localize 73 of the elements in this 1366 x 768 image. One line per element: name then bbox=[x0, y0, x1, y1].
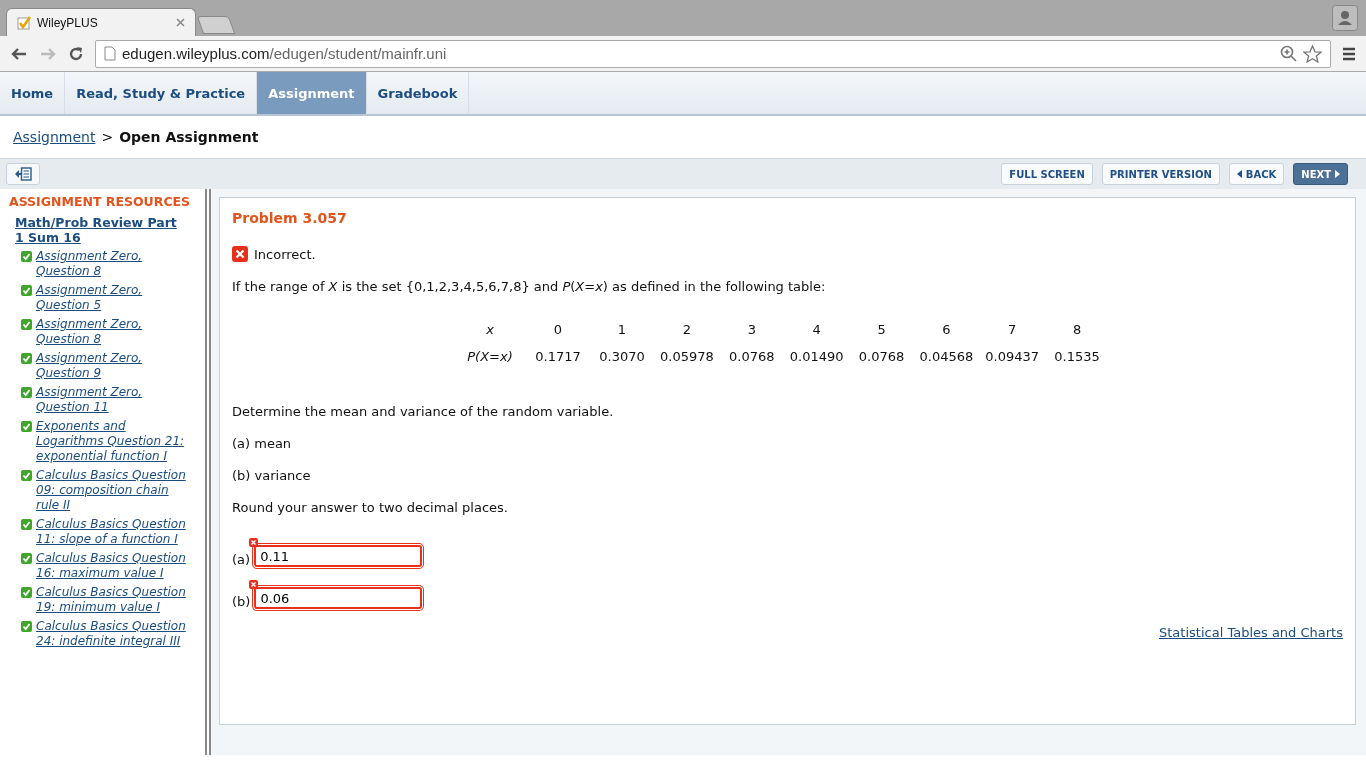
question-link[interactable]: Calculus Basics Question 11: slope of a function I bbox=[36, 517, 186, 547]
table-cell-text: 0.09437 bbox=[984, 348, 1041, 366]
address-field[interactable]: edugen.wileyplus.com/edugen/student/mainfr.uni bbox=[95, 39, 1331, 68]
toolbar-button[interactable]: PRINTER VERSION bbox=[1101, 163, 1220, 185]
table-cell-text: 8 bbox=[1071, 321, 1083, 339]
nav-tab[interactable]: Home bbox=[0, 72, 66, 114]
breadcrumb-current: Open Assignment bbox=[119, 129, 259, 145]
table-cell-text: 0.0768 bbox=[857, 348, 906, 366]
caret-icon bbox=[1335, 170, 1340, 178]
close-icon[interactable] bbox=[176, 18, 185, 27]
question-text: (b) variance bbox=[232, 468, 312, 483]
toolbar-button[interactable]: FULL SCREEN bbox=[1001, 163, 1093, 185]
nav-tab[interactable]: Gradebook bbox=[366, 72, 470, 114]
toolbar-button[interactable]: NEXT bbox=[1293, 163, 1348, 185]
question-link[interactable]: Assignment Zero, Question 9 bbox=[36, 351, 186, 381]
new-tab-button[interactable] bbox=[196, 16, 236, 34]
table-cell-text: 5 bbox=[876, 321, 887, 339]
breadcrumb-separator: > bbox=[101, 129, 114, 145]
error-icon bbox=[249, 538, 259, 547]
answer-field[interactable]: 0.06 bbox=[254, 587, 423, 609]
answer-label: (a) bbox=[232, 552, 251, 567]
question-link[interactable]: Calculus Basics Question 16: maximum value I bbox=[36, 551, 186, 581]
reload-icon[interactable] bbox=[68, 45, 84, 62]
error-icon bbox=[249, 580, 259, 589]
answer-field[interactable]: 0.11 bbox=[254, 545, 423, 567]
question-link[interactable]: Calculus Basics Question 09: composition chain rule II bbox=[36, 468, 186, 513]
question-link[interactable]: Calculus Basics Question 19: minimum value I bbox=[36, 585, 186, 615]
assignment-title-link[interactable]: Math/Prob Review Part 1 Sum 16 bbox=[15, 215, 185, 245]
question-text: Determine the mean and variance of the random variable. bbox=[232, 404, 615, 419]
back-arrow-icon[interactable] bbox=[10, 45, 28, 62]
collapse-icon bbox=[14, 167, 32, 181]
question-text: If the range of X is the set {0,1,2,3,4,5,6,7,8} and P(X=x) as defined in the following table: bbox=[232, 279, 827, 294]
tab-title: WileyPLUS bbox=[37, 15, 99, 30]
caret-icon bbox=[1236, 170, 1242, 178]
table-cell-text: P(X=x) bbox=[466, 348, 514, 366]
table-cell-text: 0 bbox=[552, 321, 564, 339]
question-link[interactable]: Assignment Zero, Question 8 bbox=[36, 317, 186, 347]
collapse-sidebar-button[interactable] bbox=[6, 163, 40, 185]
menu-icon[interactable] bbox=[1342, 46, 1356, 61]
table-cell-text: 0.0768 bbox=[728, 348, 776, 366]
question-link[interactable]: Exponents and Logarithms Question 21: exponential function I bbox=[36, 419, 186, 464]
statistical-tables-link[interactable]: Statistical Tables and Charts bbox=[1159, 625, 1343, 640]
question-link[interactable]: Assignment Zero, Question 8 bbox=[36, 249, 186, 279]
table-cell-text: 0.3070 bbox=[598, 348, 646, 366]
checkmark-icon bbox=[17, 15, 31, 30]
table-cell-text: 0.1717 bbox=[534, 348, 582, 366]
question-text: Round your answer to two decimal places. bbox=[232, 500, 509, 515]
table-cell-text: 0.01490 bbox=[788, 348, 845, 366]
table-cell-text: 3 bbox=[746, 321, 757, 339]
result-text: Incorrect. bbox=[254, 246, 316, 262]
zoom-icon[interactable] bbox=[1280, 45, 1297, 62]
toolbar-button[interactable]: BACK bbox=[1228, 163, 1285, 185]
question-link[interactable]: Assignment Zero, Question 11 bbox=[36, 385, 186, 415]
table-cell-text: 6 bbox=[941, 321, 952, 339]
question-link[interactable]: Assignment Zero, Question 5 bbox=[36, 283, 186, 313]
table-cell-text: 2 bbox=[681, 321, 692, 339]
person-icon[interactable] bbox=[1332, 5, 1358, 31]
table-cell-text: 0.04568 bbox=[918, 348, 975, 366]
question-text: (a) mean bbox=[232, 436, 293, 451]
problem-title: Problem 3.057 bbox=[232, 210, 348, 226]
sidebar-heading: ASSIGNMENT RESOURCES bbox=[9, 194, 192, 209]
breadcrumb-link[interactable]: Assignment bbox=[13, 129, 96, 145]
table-cell-text: 4 bbox=[811, 321, 822, 339]
table-cell-text: 7 bbox=[1007, 321, 1018, 339]
browser-tab[interactable]: WileyPLUS bbox=[6, 8, 196, 36]
table-cell-text: 0.05978 bbox=[659, 348, 715, 366]
table-cell-text: 1 bbox=[616, 321, 628, 339]
page-icon bbox=[104, 46, 116, 61]
question-link[interactable]: Calculus Basics Question 24: indefinite integral III bbox=[36, 619, 186, 649]
answer-label: (b) bbox=[232, 594, 251, 609]
table-cell-text: x bbox=[485, 321, 495, 339]
table-cell-text: 0.1535 bbox=[1053, 348, 1101, 366]
star-icon[interactable] bbox=[1303, 44, 1322, 63]
